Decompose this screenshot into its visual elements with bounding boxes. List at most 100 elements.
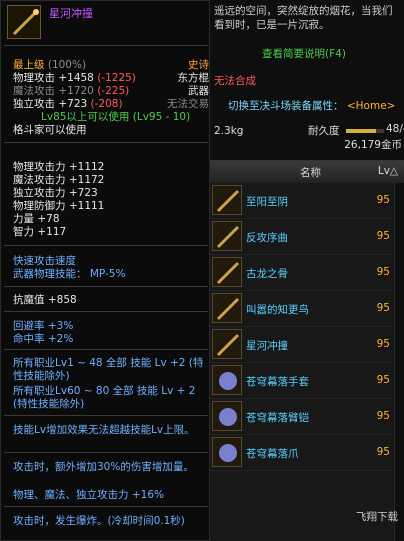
item-description: 遥远的空间，突然绽放的烟花，当我们看到时，已是一片沉寂。 [214, 5, 393, 31]
durability-value: 48/4 [386, 123, 404, 135]
col-name[interactable]: 名称 [300, 165, 321, 180]
phy-atk-diff: (-1225) [97, 72, 136, 84]
brief-description-button[interactable]: 查看简要说明(F4) [210, 46, 398, 61]
category: 武器 [188, 85, 209, 97]
equipment-icon [212, 185, 242, 215]
list-item[interactable]: 古龙之骨 95 [210, 255, 404, 291]
gold: 26,179金币 [344, 139, 402, 151]
switch-duel-attr[interactable]: 切换至决斗场装备属性： <Home> [228, 98, 404, 113]
staff-icon [7, 5, 41, 39]
skill-bonus-2: 所有职业Lv60 ~ 80 全部 技能 Lv + 2 (特性技能除外) [13, 385, 196, 410]
item-tooltip: 星河冲撞 最上级 (100%) 史诗 物理攻击 +1458 (-1225) 东方… [0, 0, 210, 541]
equipment-icon [212, 293, 242, 323]
skill-text: 武器物理技能： MP-5% [13, 268, 126, 280]
weapon-type: 东方棍 [177, 72, 210, 84]
stat-int: 智力 +117 [13, 226, 67, 238]
base-stats: 物理攻击力 +1112 魔法攻击力 +1172 独立攻击力 +723 物理防御力… [13, 161, 207, 239]
phy-atk-row: 物理攻击 +1458 (-1225) 东方棍 [13, 72, 209, 85]
equipment-icon [212, 329, 242, 359]
weight: 2.3kg [214, 125, 244, 137]
list-header: 名称 Lv△ [210, 161, 404, 183]
mag-atk: 魔法攻击 +1720 [13, 85, 94, 97]
stat-str: 力量 +78 [13, 213, 60, 225]
trade-status: 无法交易 [167, 98, 209, 110]
item-name: 星河冲撞 [49, 7, 93, 20]
item-level: 95 [376, 194, 390, 206]
list-scrollbar[interactable] [394, 183, 404, 541]
mag-atk-row: 魔法攻击 +1720 (-225) 武器 [13, 85, 209, 98]
divider [4, 506, 208, 507]
item-name: 星河冲撞 [246, 340, 288, 352]
right-panel: 遥远的空间，突然绽放的烟花，当我们看到时，已是一片沉寂。 查看简要说明(F4) … [210, 0, 404, 541]
equipment-icon [212, 437, 242, 467]
list-item[interactable]: 至阳至阴 95 [210, 183, 404, 219]
ind-atk-diff: (-208) [90, 98, 123, 110]
list-item[interactable]: 反攻序曲 95 [210, 219, 404, 255]
list-item[interactable]: 叫嚣的知更鸟 95 [210, 291, 404, 327]
col-lv[interactable]: Lv△ [378, 165, 398, 177]
mag-atk-diff: (-225) [97, 85, 130, 97]
item-level: 95 [376, 302, 390, 314]
equipment-list: 名称 Lv△ 至阳至阴 95 反攻序曲 95 古龙之骨 95 叫嚣的知更鸟 95… [210, 160, 404, 541]
effect-1: 攻击时，额外增加30%的伤害增加量。 [13, 461, 194, 473]
tooltip-header: 星河冲撞 [1, 1, 211, 43]
site-watermark: 飞翔下载 [356, 511, 398, 523]
class-req: 格斗家可以使用 [13, 124, 87, 136]
stat-mag-atk: 魔法攻击力 +1172 [13, 174, 105, 186]
weight-durability-row: 2.3kg 耐久度 48/4 26,179金币 [214, 121, 404, 151]
ind-atk-row: 独立攻击 +723 (-208) 无法交易 [13, 98, 209, 111]
level-req: Lv85以上可以使用 (Lv95 - 10) [41, 111, 191, 123]
stat-phy-def: 物理防御力 +1111 [13, 200, 105, 212]
item-level: 95 [376, 410, 390, 422]
item-level: 95 [376, 338, 390, 350]
divider [4, 286, 208, 287]
durability-bar [346, 129, 384, 133]
divider [4, 452, 208, 453]
phy-atk: 物理攻击 +1458 [13, 72, 94, 84]
item-name: 苍穹幕落爪 [246, 448, 299, 460]
level-pct: (100%) [47, 59, 87, 71]
durability-label: 耐久度 [308, 125, 340, 137]
skill-bonus-1: 所有职业Lv1 ~ 48 全部 技能 Lv +2 (特性技能除外) [13, 357, 204, 382]
item-name: 苍穹幕落臂铠 [246, 412, 309, 424]
equipment-icon [212, 401, 242, 431]
divider [4, 45, 208, 46]
item-name: 叫嚣的知更鸟 [246, 304, 309, 316]
hit: 命中率 +2% [13, 333, 74, 345]
list-item[interactable]: 苍穹幕落手套 95 [210, 363, 404, 399]
equipment-icon [212, 257, 242, 287]
stat-ind-atk: 独立攻击力 +723 [13, 187, 98, 199]
list-item[interactable]: 苍穹幕落爪 95 [210, 435, 404, 471]
equipment-icon [212, 221, 242, 251]
stat-phy-atk: 物理攻击力 +1112 [13, 161, 105, 173]
effect-2: 物理、魔法、独立攻击力 +16% [13, 489, 164, 501]
item-name: 苍穹幕落手套 [246, 376, 309, 388]
divider [4, 415, 208, 416]
level-label: 最上级 [13, 59, 45, 71]
rarity: 史诗 [188, 59, 209, 71]
ind-atk: 独立攻击 +723 [13, 98, 88, 110]
list-item[interactable]: 星河冲撞 95 [210, 327, 404, 363]
list-item[interactable]: 苍穹幕落臂铠 95 [210, 399, 404, 435]
item-level: 95 [376, 266, 390, 278]
item-level: 95 [376, 374, 390, 386]
switch-attr-label: 切换至决斗场装备属性： [228, 100, 344, 112]
divider [4, 349, 208, 350]
no-synth-text: 无法合成 [214, 75, 256, 87]
resist: 抗魔值 +858 [13, 294, 77, 306]
evade: 回避率 +3% [13, 320, 74, 332]
skill-limit: 技能Lv增加效果无法超越技能Lv上限。 [13, 424, 195, 436]
equipment-icon [212, 365, 242, 395]
home-key: <Home> [346, 100, 396, 112]
item-level: 95 [376, 230, 390, 242]
item-name: 至阳至阴 [246, 196, 288, 208]
divider [4, 311, 208, 312]
item-grade: 最上级 (100%) 史诗 [13, 59, 209, 72]
durability-fill [346, 129, 377, 133]
divider [4, 142, 208, 143]
item-name: 古龙之骨 [246, 268, 288, 280]
item-level: 95 [376, 446, 390, 458]
divider [4, 245, 208, 246]
effect-3: 攻击时，发生爆炸。(冷却时间0.1秒) [13, 515, 185, 527]
speed-text: 快速攻击速度 [13, 255, 76, 267]
